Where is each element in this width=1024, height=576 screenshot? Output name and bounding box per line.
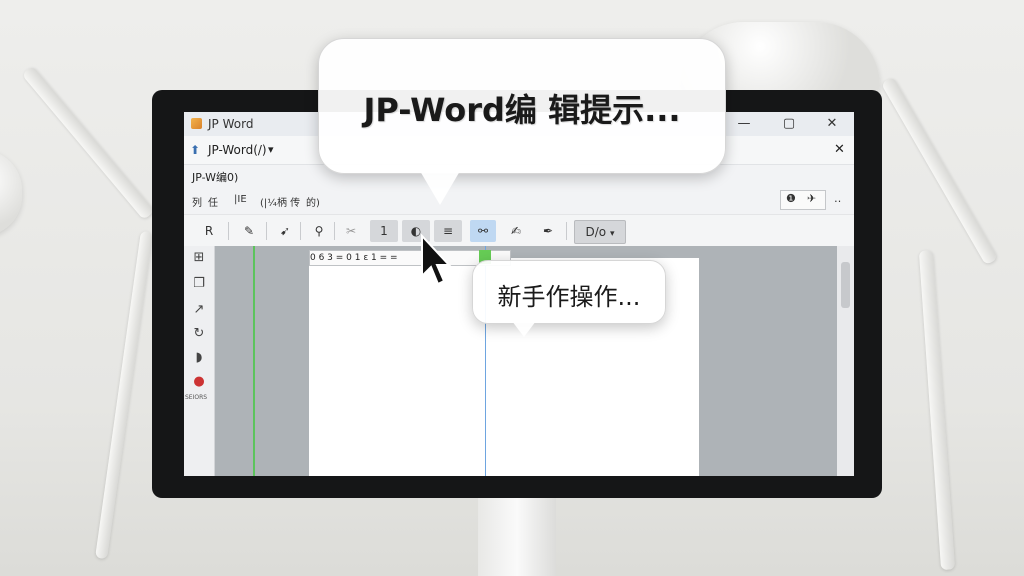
menu-item-4[interactable]: (|¼柄 传 — [260, 194, 300, 209]
margin-guide-left — [253, 246, 255, 476]
scissors-icon[interactable]: ✂ — [340, 220, 362, 242]
toolbar: R ✎ ➹ ⚲ ✂ 1 ◐ ≡ ⚯ ✍ ✒ D/o ▾ — [184, 214, 854, 248]
lamp-arm-right-upper — [880, 76, 999, 266]
menu-title[interactable]: JP-W编0) — [192, 169, 238, 185]
view-dropdown[interactable]: D/o ▾ — [574, 220, 626, 244]
arrow-tool-icon[interactable]: ↗ — [191, 302, 207, 318]
close-window-button[interactable]: ✕ — [812, 112, 852, 136]
pin-button[interactable]: ❶ — [786, 192, 796, 205]
more-options-button[interactable]: ‥ — [834, 192, 841, 205]
menu-item-2[interactable]: 任 — [208, 194, 218, 209]
lamp-shade-left — [0, 150, 22, 236]
pen-icon[interactable]: ✎ — [238, 220, 260, 242]
mouse-cursor-icon — [421, 234, 452, 286]
edit-icon[interactable]: ✍ — [504, 220, 528, 242]
toolbar-separator — [334, 222, 335, 240]
chevron-down-icon: ▾ — [609, 229, 615, 239]
toolbar-separator — [266, 222, 267, 240]
lamp-arm-left-upper — [21, 65, 155, 221]
left-panel-label: SEIORS — [185, 394, 208, 401]
pages-icon[interactable]: ❐ — [191, 276, 207, 292]
document-dropdown-icon[interactable]: ▾ — [268, 143, 274, 156]
toolbar-separator — [300, 222, 301, 240]
minimize-button[interactable]: — — [724, 112, 764, 136]
document-title[interactable]: JP-Word(/) — [208, 143, 267, 157]
secondary-tooltip: 新手作操作... — [472, 260, 666, 324]
share-button[interactable]: ✈ — [807, 192, 816, 205]
shape-icon[interactable]: ◗ — [191, 350, 207, 366]
toolbar-item-1[interactable]: 1 — [370, 220, 398, 242]
right-button-group: ❶ ✈ — [780, 190, 826, 210]
lamp-arm-left-lower — [95, 230, 153, 560]
main-tooltip-text: JP-Word编 辑提示... — [363, 91, 681, 129]
menu-item-1[interactable]: 列 — [192, 194, 202, 209]
scrollbar-thumb[interactable] — [841, 262, 850, 308]
menu-bar: 列 任 |IE (|¼柄 传 的) ❶ ✈ ‥ — [184, 188, 854, 212]
brush-icon[interactable]: ➹ — [274, 220, 296, 242]
alert-icon[interactable]: ● — [191, 374, 207, 390]
toolbar-separator — [228, 222, 229, 240]
monitor-stand — [478, 498, 556, 576]
maximize-button[interactable]: ▢ — [769, 112, 809, 136]
draw-icon[interactable]: ✒ — [536, 220, 560, 242]
document-icon: ⬆ — [190, 143, 201, 157]
ruler-button[interactable]: R — [198, 220, 220, 242]
app-icon — [191, 118, 202, 129]
main-tooltip: JP-Word编 辑提示... — [318, 38, 726, 174]
menu-item-5[interactable]: 的) — [306, 194, 320, 209]
link-icon[interactable]: ⚯ — [470, 220, 496, 242]
lamp-arm-right-lower — [918, 249, 956, 571]
secondary-tooltip-pointer — [512, 321, 536, 337]
pin-tool-icon[interactable]: ⚲ — [308, 220, 330, 242]
vertical-scrollbar[interactable] — [837, 246, 854, 476]
rotate-icon[interactable]: ↻ — [191, 326, 207, 342]
left-tool-panel: ⊞ ❐ ↗ ↻ ◗ ● SEIORS — [184, 246, 215, 476]
view-dropdown-label: D/o — [585, 225, 607, 239]
layout-icon[interactable]: ⊞ — [191, 250, 207, 266]
menu-item-3[interactable]: |IE — [234, 194, 247, 205]
secondary-tooltip-text: 新手作操作... — [497, 283, 641, 311]
document-close-button[interactable]: ✕ — [834, 142, 845, 157]
main-tooltip-pointer — [420, 171, 460, 205]
window-title: JP Word — [208, 117, 254, 131]
toolbar-separator — [566, 222, 567, 240]
